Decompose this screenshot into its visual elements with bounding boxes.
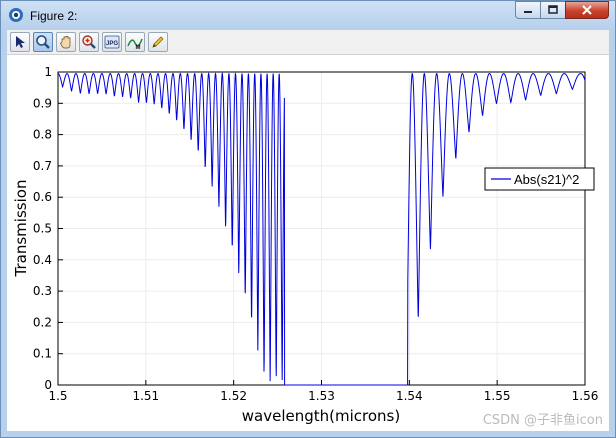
y-tick-label: 0.6: [33, 190, 52, 204]
y-tick-label: 0.5: [33, 222, 52, 236]
y-tick-label: 0.8: [33, 128, 52, 142]
watermark-text: CSDN @子非鱼icon: [483, 412, 603, 428]
magnifier-plus-icon: [82, 35, 96, 49]
x-tick-label: 1.54: [396, 389, 423, 403]
minimize-icon: [524, 11, 532, 13]
y-tick-label: 0.3: [33, 284, 52, 298]
pan-tool-button[interactable]: [56, 32, 76, 52]
edit-tool-button[interactable]: [148, 32, 168, 52]
ticks-layer: 1.5 1.51 1.52 1.53 1.54 1.55 1.5600.10.20.30.4…: [33, 65, 598, 403]
window-title: Figure 2:: [30, 9, 78, 23]
x-tick-label: 1.56: [572, 389, 599, 403]
magnifier-icon: [36, 35, 50, 49]
legend-entry-label: Abs(s21)^2: [514, 172, 579, 187]
y-axis-label: Transmission: [12, 180, 30, 278]
x-tick-label: 1.55: [484, 389, 511, 403]
export-jpg-tool-button[interactable]: JPG: [102, 32, 122, 52]
x-tick-label: 1.51: [132, 389, 159, 403]
maximize-button[interactable]: [540, 1, 566, 19]
close-button[interactable]: [565, 1, 609, 19]
y-tick-label: 0.7: [33, 159, 52, 173]
y-tick-label: 1: [44, 65, 52, 79]
legend[interactable]: Abs(s21)^2: [484, 167, 595, 191]
svg-text:JPG: JPG: [106, 41, 118, 47]
arrow-cursor-icon: [16, 36, 25, 48]
y-tick-label: 0: [44, 378, 52, 392]
data-marker-tool-button[interactable]: M: [125, 32, 145, 52]
select-tool-button[interactable]: [10, 32, 30, 52]
x-tick-label: 1.53: [308, 389, 335, 403]
y-tick-label: 0.1: [33, 347, 52, 361]
zoom-extents-tool-button[interactable]: [79, 32, 99, 52]
pencil-icon: [152, 36, 164, 48]
zoom-tool-button[interactable]: [33, 32, 53, 52]
maximize-icon: [548, 5, 558, 14]
caption-buttons: [515, 1, 609, 21]
matlab-app-icon: [9, 8, 23, 22]
title-bar[interactable]: Figure 2:: [1, 1, 615, 29]
chart-canvas[interactable]: 1.5 1.51 1.52 1.53 1.54 1.55 1.5600.10.20.30.4…: [7, 55, 609, 431]
figure-window: Figure 2: JPG M 1.5 1.51 1.52 1.53 1.54 …: [0, 0, 616, 438]
close-icon: [582, 5, 592, 15]
grid-layer: [57, 71, 586, 386]
x-tick-label: 1.52: [220, 389, 247, 403]
curve-marker-icon: M: [127, 38, 143, 50]
hand-icon: [59, 36, 71, 49]
x-axis-label: wavelength(microns): [242, 407, 400, 425]
y-tick-label: 0.2: [33, 315, 52, 329]
minimize-button[interactable]: [515, 1, 541, 19]
figure-toolbar: JPG M: [7, 30, 609, 55]
jpg-export-icon: JPG: [104, 35, 120, 49]
svg-text:M: M: [136, 45, 141, 50]
y-tick-label: 0.9: [33, 96, 52, 110]
y-tick-label: 0.4: [33, 253, 52, 267]
plot-area[interactable]: 1.5 1.51 1.52 1.53 1.54 1.55 1.56 0 0.1 0.2 0.3 0.4…: [7, 55, 609, 431]
